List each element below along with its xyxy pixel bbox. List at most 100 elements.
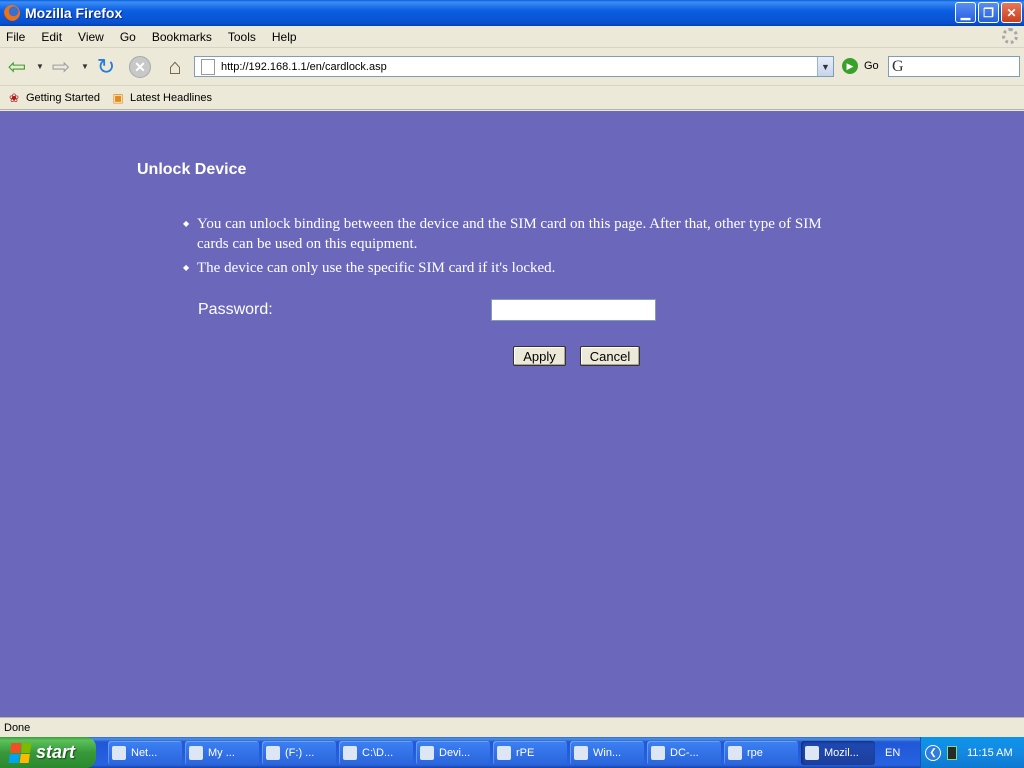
home-icon: ⌂ [168,54,182,79]
url-history-dropdown-icon[interactable]: ▼ [817,57,833,76]
my-computer-icon [189,745,203,760]
bookmark-label: Latest Headlines [130,91,212,104]
task-label: (F:) ... [285,746,315,759]
title-bar: Mozilla Firefox ▁ ❐ ✕ [0,0,1024,26]
window-controls: ▁ ❐ ✕ [955,2,1022,23]
application-icon [728,745,742,760]
back-arrow-icon: ⇦ [7,54,27,79]
taskbar-task[interactable]: Win... [570,740,644,765]
clock[interactable]: 11:15 AM [967,747,1013,759]
menu-tools[interactable]: Tools [220,30,264,44]
task-label: My ... [208,746,235,759]
forward-history-dropdown-icon[interactable]: ▼ [81,62,89,71]
page-title: Unlock Device [137,161,247,178]
bookmark-latest-headlines[interactable]: ▣ Latest Headlines [110,90,212,106]
bookmark-label: Getting Started [26,91,100,104]
bookmarks-toolbar: ❀ Getting Started ▣ Latest Headlines [0,86,1024,110]
go-label: Go [864,60,879,72]
go-button[interactable]: ▶ Go [842,58,879,74]
status-bar: Done [0,717,1024,737]
firefox-icon [805,745,819,760]
page-content: Unlock Device You can unlock binding bet… [0,111,1024,717]
stop-icon: ✕ [129,56,151,78]
taskbar-tasks: Net... My ... (F:) ... C:\D... Devi... r… [108,740,875,765]
start-label: start [36,742,76,762]
menu-bookmarks[interactable]: Bookmarks [144,30,220,44]
window-icon [574,745,588,760]
window-title: Mozilla Firefox [25,5,123,21]
back-button[interactable]: ⇦ [4,54,30,80]
firefox-icon [4,5,20,21]
minimize-button[interactable]: ▁ [955,2,976,23]
menu-view[interactable]: View [70,30,112,44]
start-button[interactable]: start [0,737,96,768]
menu-file[interactable]: File [0,30,33,44]
rss-icon: ▣ [112,90,124,105]
show-hidden-icons-chevron-icon[interactable]: ❮ [925,744,941,761]
restore-icon: ❐ [983,5,994,20]
task-label: Devi... [439,746,471,759]
status-text: Done [4,721,31,734]
url-input[interactable] [221,57,817,76]
task-label: DC-... [670,746,699,759]
taskbar-task[interactable]: rPE [493,740,567,765]
drive-icon [266,745,280,760]
info-bullet: The device can only use the specific SIM… [183,258,843,278]
document-icon [343,745,357,760]
system-tray: ❮ 11:15 AM [920,737,1024,768]
navigation-toolbar: ⇦ ▼ ⇨ ▼ ↻ ✕ ⌂ ▼ ▶ Go G [0,48,1024,86]
stop-button[interactable]: ✕ [128,54,152,80]
tool-icon [651,745,665,760]
task-label: C:\D... [362,746,394,759]
reload-icon: ↻ [96,54,116,79]
windows-logo-icon [8,742,32,763]
minimize-icon: ▁ [960,5,971,20]
menu-go[interactable]: Go [112,30,144,44]
taskbar-task[interactable]: rpe [724,740,798,765]
google-search-engine-icon[interactable]: G [892,58,904,76]
taskbar: start Net... My ... (F:) ... C:\D... Dev… [0,737,1024,768]
task-label: rpe [747,746,763,759]
taskbar-task[interactable]: DC-... [647,740,721,765]
password-label: Password: [198,301,273,318]
taskbar-task[interactable]: Net... [108,740,182,765]
taskbar-task[interactable]: My ... [185,740,259,765]
restore-button[interactable]: ❐ [978,2,999,23]
taskbar-task[interactable]: Devi... [416,740,490,765]
menu-bar: File Edit View Go Bookmarks Tools Help [0,26,1024,48]
menu-help[interactable]: Help [264,30,305,44]
task-label: Mozil... [824,746,859,759]
task-label: Net... [131,746,158,759]
apply-button[interactable]: Apply [513,346,566,366]
home-button[interactable]: ⌂ [162,54,188,80]
folder-icon [497,745,511,760]
taskbar-task[interactable]: C:\D... [339,740,413,765]
info-list: You can unlock binding between the devic… [183,214,843,282]
page-icon [201,58,215,75]
menu-edit[interactable]: Edit [33,30,70,44]
throbber-icon [1002,28,1018,44]
address-bar: ▼ [194,56,834,77]
forward-arrow-icon: ⇨ [51,54,71,79]
close-icon: ✕ [1006,5,1017,20]
search-input[interactable] [903,57,1024,76]
reload-button[interactable]: ↻ [94,54,118,80]
password-input[interactable] [491,299,656,321]
getting-started-icon: ❀ [8,90,20,105]
forward-button[interactable]: ⇨ [48,54,74,80]
taskbar-task-active[interactable]: Mozil... [801,740,875,765]
device-manager-icon [420,745,434,760]
task-label: Win... [593,746,622,759]
network-status-icon[interactable] [947,745,957,760]
go-arrow-icon: ▶ [842,58,858,74]
bookmark-getting-started[interactable]: ❀ Getting Started [6,90,100,106]
search-box: G [888,56,1024,77]
cancel-button[interactable]: Cancel [580,346,640,366]
back-history-dropdown-icon[interactable]: ▼ [36,62,44,71]
language-indicator[interactable]: EN [885,747,900,759]
taskbar-task[interactable]: (F:) ... [262,740,336,765]
task-label: rPE [516,746,535,759]
close-button[interactable]: ✕ [1001,2,1022,23]
info-bullet: You can unlock binding between the devic… [183,214,843,254]
network-icon [112,745,126,760]
